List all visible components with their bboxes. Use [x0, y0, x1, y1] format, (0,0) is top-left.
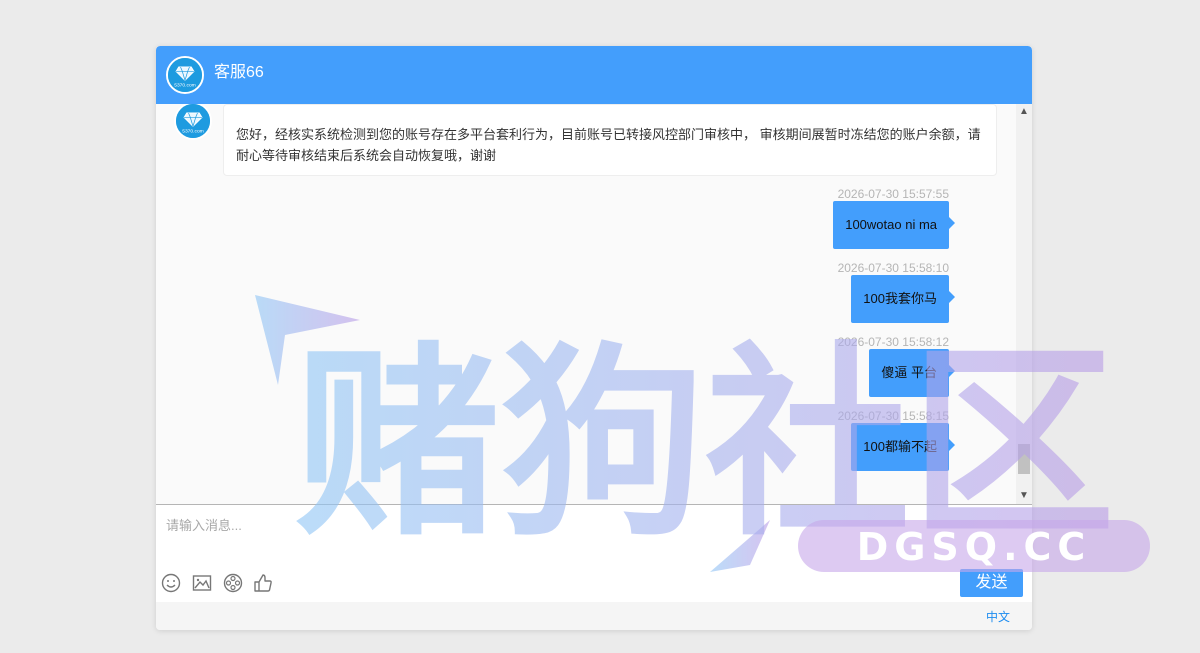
chat-header: 5370.com 客服66 — [156, 46, 1032, 104]
message-time: 2026-07-30 15:58:15 — [837, 409, 949, 423]
user-message-bubble: 100都输不起 — [851, 423, 955, 471]
chat-title: 客服66 — [214, 64, 264, 81]
send-button[interactable]: 发送 — [960, 569, 1023, 597]
scrollbar[interactable]: ▲ ▼ — [1016, 104, 1032, 504]
message-time: 2026-07-30 15:58:10 — [837, 261, 949, 275]
film-reel-icon[interactable] — [222, 572, 244, 594]
thumbs-up-icon[interactable] — [252, 572, 274, 594]
scroll-thumb[interactable] — [1018, 444, 1030, 474]
logo-text: 5370.com — [174, 83, 196, 89]
chat-window: 5370.com 客服66 5370.com 您好，经核实系统检测到您的账号存在… — [156, 46, 1032, 630]
emoji-icon[interactable] — [160, 572, 182, 594]
composer: 发送 — [156, 504, 1032, 602]
footer: 中文 — [156, 602, 1032, 630]
scroll-up-arrow-icon[interactable]: ▲ — [1016, 104, 1032, 120]
logo-icon: 5370.com — [176, 104, 210, 138]
message-time: 2026-07-30 15:57:55 — [837, 187, 949, 201]
message-list[interactable]: 5370.com 您好，经核实系统检测到您的账号存在多平台套利行为，目前账号已转… — [156, 104, 1032, 504]
logo-icon: 5370.com — [168, 58, 202, 92]
user-message-bubble: 100我套你马 — [851, 275, 955, 323]
message-time: 2026-07-30 15:58:12 — [837, 335, 949, 349]
scroll-down-arrow-icon[interactable]: ▼ — [1016, 488, 1032, 504]
agent-message: 您好，经核实系统检测到您的账号存在多平台套利行为，目前账号已转接风控部门审核中，… — [223, 104, 997, 176]
image-icon[interactable] — [191, 572, 213, 594]
user-message-bubble: 100wotao ni ma — [833, 201, 955, 249]
agent-message-avatar: 5370.com — [174, 104, 212, 140]
language-link[interactable]: 中文 — [986, 608, 1010, 625]
agent-avatar: 5370.com — [166, 56, 204, 94]
svg-text:5370.com: 5370.com — [182, 129, 204, 135]
message-input[interactable] — [156, 505, 1032, 565]
user-message-bubble: 傻逼 平台 — [869, 349, 955, 397]
